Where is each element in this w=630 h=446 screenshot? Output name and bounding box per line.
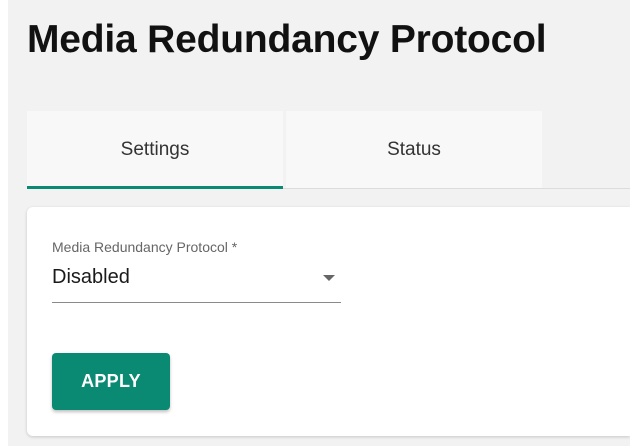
tab-settings-label: Settings <box>120 138 190 160</box>
page: Media Redundancy Protocol Settings Statu… <box>0 0 630 446</box>
left-edge-strip <box>0 0 8 446</box>
mrp-select-value: Disabled <box>52 266 130 288</box>
tab-bar: Settings Status <box>27 111 630 189</box>
mrp-select[interactable]: Disabled <box>52 262 341 303</box>
page-title: Media Redundancy Protocol <box>27 18 547 61</box>
tab-status[interactable]: Status <box>286 111 542 188</box>
tab-status-label: Status <box>387 138 441 160</box>
mrp-field-label: Media Redundancy Protocol * <box>52 239 238 255</box>
apply-button[interactable]: APPLY <box>52 353 170 410</box>
chevron-down-icon <box>323 275 335 281</box>
tab-settings[interactable]: Settings <box>27 111 283 189</box>
settings-card: Media Redundancy Protocol * Disabled APP… <box>27 207 630 436</box>
